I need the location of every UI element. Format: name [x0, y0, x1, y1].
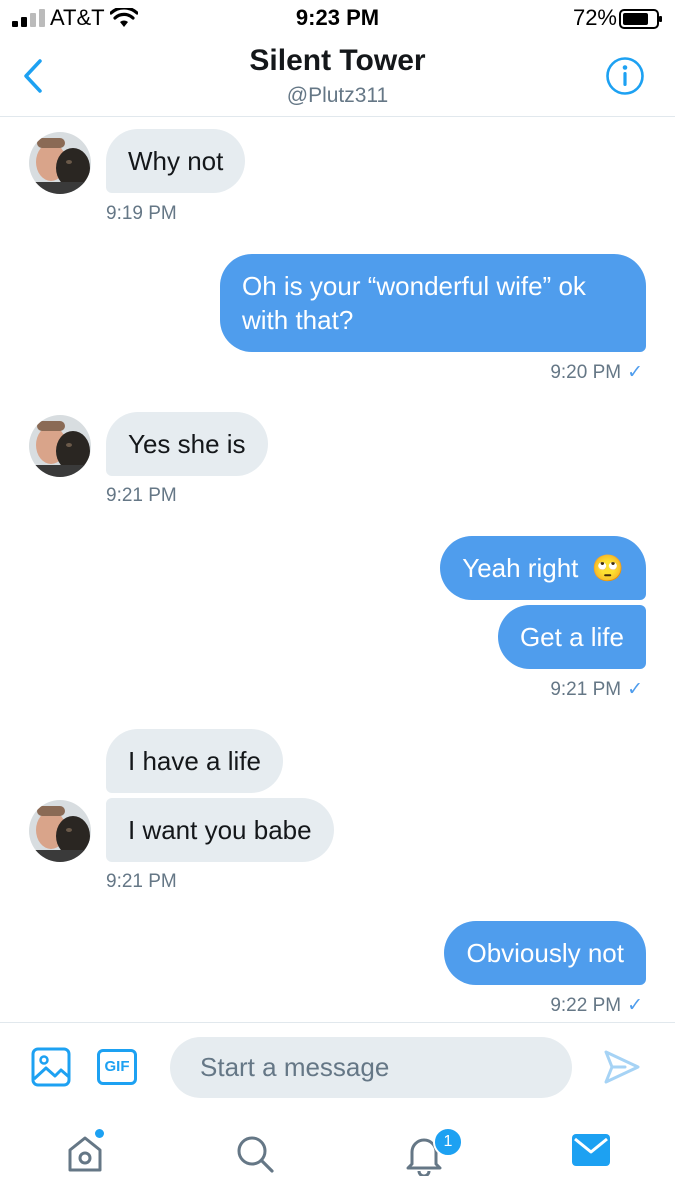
tab-bar — [0, 1114, 675, 1200]
gif-icon[interactable]: GIF — [97, 1049, 137, 1085]
message-timestamp: 9:21 PM ✓ — [550, 678, 643, 701]
message-bubble-incoming[interactable]: I have a life — [106, 729, 283, 793]
message-timestamp: 9:21 PM — [106, 871, 177, 892]
status-bar: AT&T 9:23 PM 72% — [0, 0, 675, 36]
sent-check-icon: ✓ — [627, 995, 643, 1016]
conversation-title[interactable]: Silent Tower — [0, 44, 675, 78]
message-bubble-outgoing[interactable]: Obviously not — [444, 921, 646, 985]
search-icon[interactable] — [235, 1134, 275, 1174]
message-bubble-outgoing[interactable]: Get a life — [497, 605, 646, 669]
timestamp-text: 9:22 PM — [550, 995, 622, 1016]
avatar[interactable] — [29, 415, 91, 477]
message-composer: GIF — [0, 1022, 675, 1115]
message-timestamp: 9:20 PM ✓ — [550, 361, 643, 384]
info-icon[interactable] — [605, 56, 645, 96]
message-input[interactable] — [170, 1037, 572, 1098]
avatar[interactable] — [29, 132, 91, 194]
avatar[interactable] — [29, 800, 91, 862]
message-timestamp: 9:21 PM — [106, 485, 177, 506]
message-bubble-incoming[interactable]: Why not — [106, 129, 246, 193]
rolling-eyes-emoji: 🙄 — [591, 553, 624, 583]
battery-icon — [619, 9, 662, 29]
sent-check-icon: ✓ — [627, 362, 643, 383]
message-timestamp: 9:22 PM ✓ — [550, 994, 643, 1017]
message-timestamp: 9:19 PM — [106, 203, 177, 224]
conversation-handle: @Plutz311 — [286, 84, 389, 107]
avatar-photo — [29, 132, 91, 194]
send-icon[interactable] — [603, 1049, 641, 1085]
gif-label: GIF — [104, 1058, 130, 1075]
message-bubble-incoming[interactable]: I want you babe — [106, 798, 334, 862]
sent-check-icon: ✓ — [627, 679, 643, 700]
avatar-photo — [29, 800, 91, 862]
image-icon[interactable] — [31, 1047, 71, 1087]
message-text: Yeah right — [462, 553, 579, 583]
notifications-badge: 1 — [433, 1127, 463, 1157]
message-bubble-incoming[interactable]: Yes she is — [106, 412, 268, 476]
timestamp-text: 9:21 PM — [550, 679, 622, 700]
message-bubble-outgoing[interactable]: Oh is your “wonderful wife” ok with that… — [220, 254, 646, 352]
home-icon[interactable] — [66, 1134, 104, 1174]
mail-icon[interactable] — [572, 1134, 610, 1166]
conversation-header: Silent Tower @Plutz311 — [0, 36, 675, 117]
home-unread-dot — [95, 1129, 104, 1138]
battery-percent: 72% — [572, 5, 617, 30]
avatar-photo — [29, 415, 91, 477]
timestamp-text: 9:20 PM — [550, 362, 622, 383]
message-bubble-outgoing[interactable]: Yeah right 🙄 — [440, 536, 646, 600]
